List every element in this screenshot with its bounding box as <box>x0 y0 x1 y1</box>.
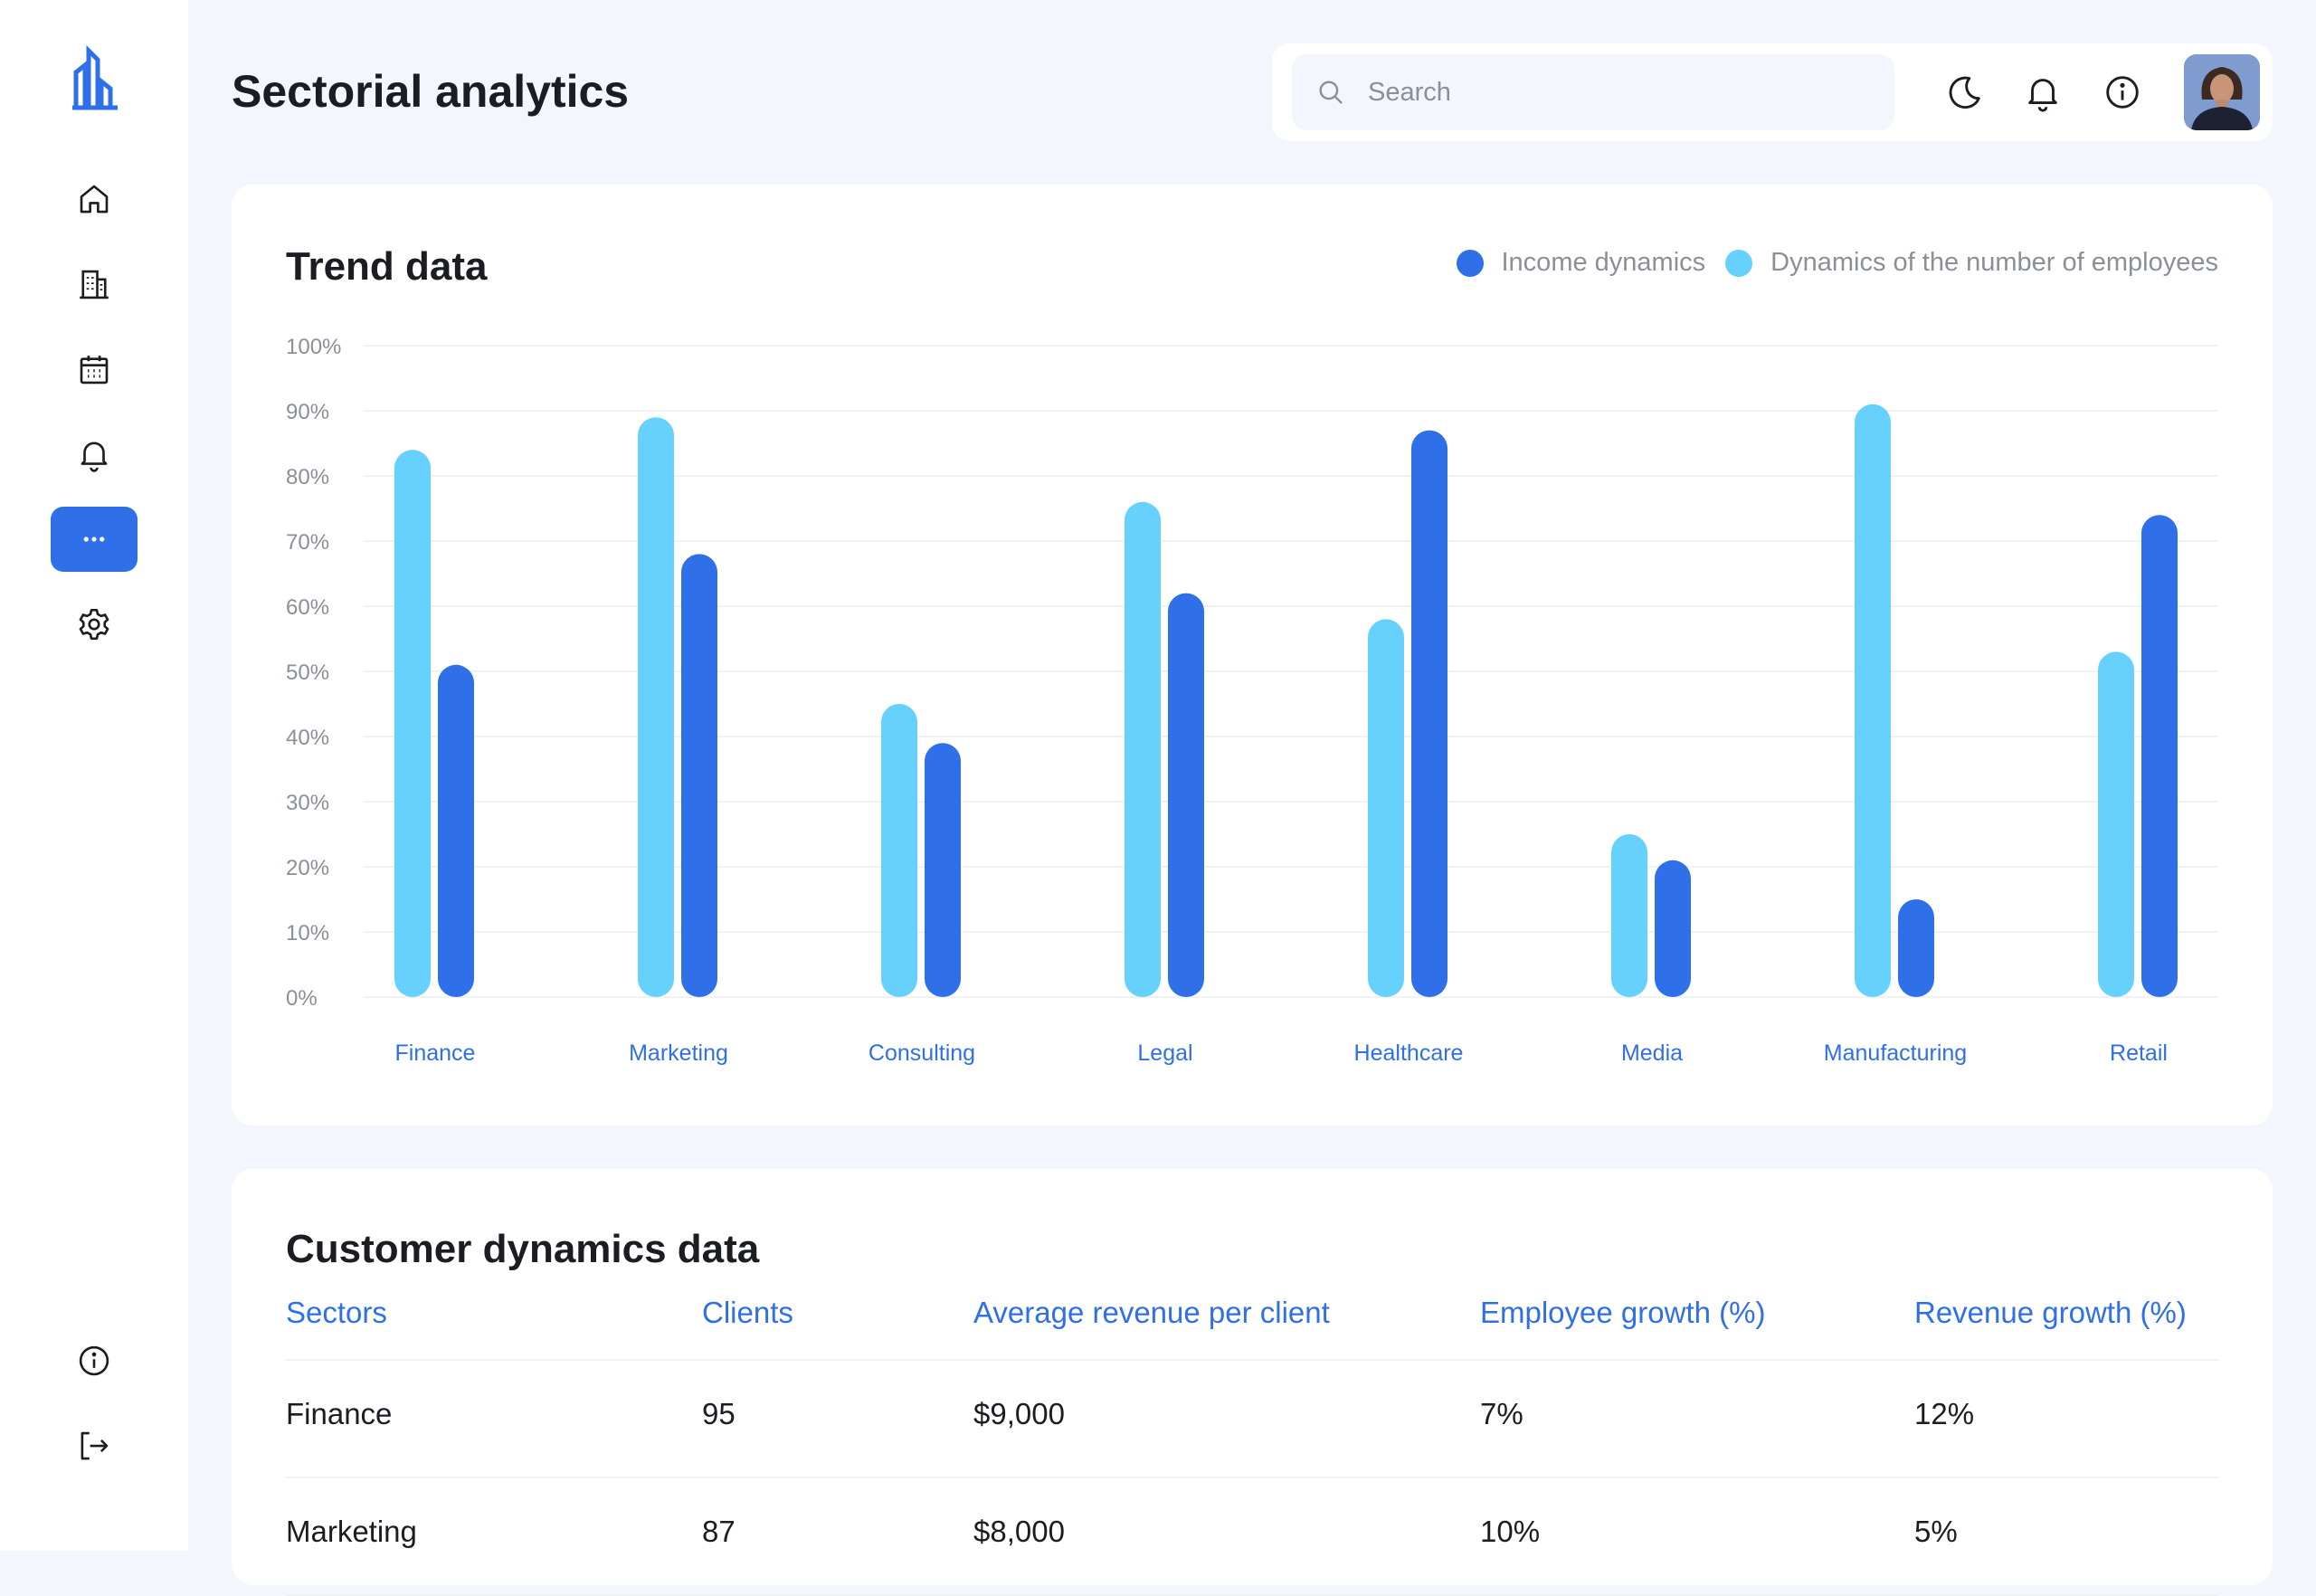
employees-bar[interactable] <box>638 417 674 997</box>
cell-avg-revenue: $8,000 <box>973 1515 1065 1548</box>
info-icon <box>79 1345 109 1376</box>
nav-calendar[interactable] <box>51 337 138 402</box>
column-header-clients[interactable]: Clients <box>702 1296 793 1330</box>
building-icon <box>80 270 109 299</box>
employees-bar[interactable] <box>1368 619 1404 997</box>
nav-buildings[interactable] <box>51 252 138 317</box>
cell-avg-revenue: $9,000 <box>973 1397 1065 1430</box>
topbar <box>1272 43 2273 141</box>
y-tick-label: 40% <box>286 726 329 750</box>
y-tick-label: 10% <box>286 921 329 945</box>
x-tick-label: Legal <box>1137 1040 1192 1066</box>
employees-bar[interactable] <box>394 450 431 997</box>
y-tick-label: 90% <box>286 400 329 424</box>
employees-bar[interactable] <box>1611 834 1647 997</box>
nav-info[interactable] <box>51 1328 138 1393</box>
x-tick-label: Marketing <box>629 1040 728 1066</box>
y-tick-label: 20% <box>286 856 329 880</box>
employees-bar[interactable] <box>2098 651 2134 997</box>
cell-revenue-growth: 5% <box>1914 1515 1958 1548</box>
more-icon <box>83 537 105 542</box>
bell-icon <box>2028 79 2057 112</box>
search-icon <box>1319 81 1343 104</box>
home-icon <box>80 185 109 214</box>
income-bar[interactable] <box>438 664 474 997</box>
theme-toggle-button[interactable] <box>1941 69 1989 116</box>
logout-icon <box>81 1431 109 1460</box>
x-tick-label: Retail <box>2110 1040 2168 1066</box>
income-bar[interactable] <box>925 743 961 997</box>
y-tick-label: 80% <box>286 465 329 489</box>
employees-bar[interactable] <box>881 704 917 997</box>
cell-sector: Finance <box>286 1397 393 1430</box>
moon-icon <box>1949 76 1980 109</box>
calendar-icon <box>80 356 109 385</box>
page-title: Sectorial analytics <box>232 66 630 117</box>
x-tick-label: Finance <box>395 1040 476 1066</box>
y-tick-label: 0% <box>286 986 318 1011</box>
column-header-employee-growth[interactable]: Employee growth (%) <box>1480 1296 1765 1330</box>
column-header-revenue-growth[interactable]: Revenue growth (%) <box>1914 1296 2187 1330</box>
x-tick-label: Healthcare <box>1354 1040 1464 1066</box>
employees-bar[interactable] <box>1125 501 1161 997</box>
gear-icon <box>79 608 109 641</box>
info-button[interactable] <box>2099 69 2146 116</box>
income-bar[interactable] <box>1655 860 1691 997</box>
income-bar[interactable] <box>1898 899 1934 997</box>
trend-bar-chart: 0% 10% 20% 30% 40% 50% 60% 70% 80% 90% 100% Finance… <box>286 335 2218 1066</box>
y-tick-label: 70% <box>286 530 329 555</box>
cell-sector: Marketing <box>286 1515 417 1548</box>
cell-clients: 95 <box>702 1397 736 1430</box>
avatar[interactable] <box>2184 54 2260 130</box>
nav-home[interactable] <box>51 166 138 232</box>
table-header: Sectors Clients Average revenue per clie… <box>286 1287 2218 1361</box>
bell-icon <box>81 442 108 472</box>
y-tick-label: 30% <box>286 791 329 815</box>
notifications-button[interactable] <box>2019 69 2066 116</box>
customers-card: Customer dynamics data Sectors Clients A… <box>232 1169 2273 1596</box>
info-icon <box>2106 76 2139 109</box>
nav-settings[interactable] <box>51 592 138 657</box>
income-bar[interactable] <box>681 554 717 997</box>
cell-clients: 87 <box>702 1515 736 1548</box>
table-row[interactable]: Finance 95 $9,000 7% 12% <box>286 1361 2218 1478</box>
income-bar[interactable] <box>1411 430 1448 998</box>
x-tick-label: Consulting <box>868 1040 975 1066</box>
nav-more[interactable] <box>51 507 138 572</box>
customers-title: Customer dynamics data <box>286 1227 760 1271</box>
income-bar[interactable] <box>1168 593 1204 997</box>
y-tick-label: 60% <box>286 595 329 620</box>
income-bar[interactable] <box>2141 515 2178 997</box>
y-tick-label: 100% <box>286 335 341 359</box>
trend-card: Trend data Income dynamics Dynamics of t… <box>232 185 2273 1126</box>
cell-revenue-growth: 12% <box>1914 1397 1975 1430</box>
nav-notifications[interactable] <box>51 422 138 487</box>
search-input[interactable] <box>1366 76 1876 109</box>
user-photo-icon <box>2184 54 2260 130</box>
x-tick-label: Manufacturing <box>1824 1040 1967 1066</box>
x-tick-label: Media <box>1621 1040 1683 1066</box>
search-box[interactable] <box>1292 54 1894 130</box>
column-header-avg-revenue[interactable]: Average revenue per client <box>973 1296 1330 1330</box>
cell-employee-growth: 10% <box>1480 1515 1541 1548</box>
employees-bar[interactable] <box>1855 404 1891 997</box>
y-tick-label: 50% <box>286 660 329 685</box>
nav-logout[interactable] <box>51 1413 138 1478</box>
column-header-sectors[interactable]: Sectors <box>286 1296 387 1330</box>
cell-employee-growth: 7% <box>1480 1397 1523 1430</box>
sidebar <box>0 0 188 1551</box>
logo-icon <box>72 45 118 110</box>
table-row[interactable]: Marketing 87 $8,000 10% 5% <box>286 1478 2218 1596</box>
